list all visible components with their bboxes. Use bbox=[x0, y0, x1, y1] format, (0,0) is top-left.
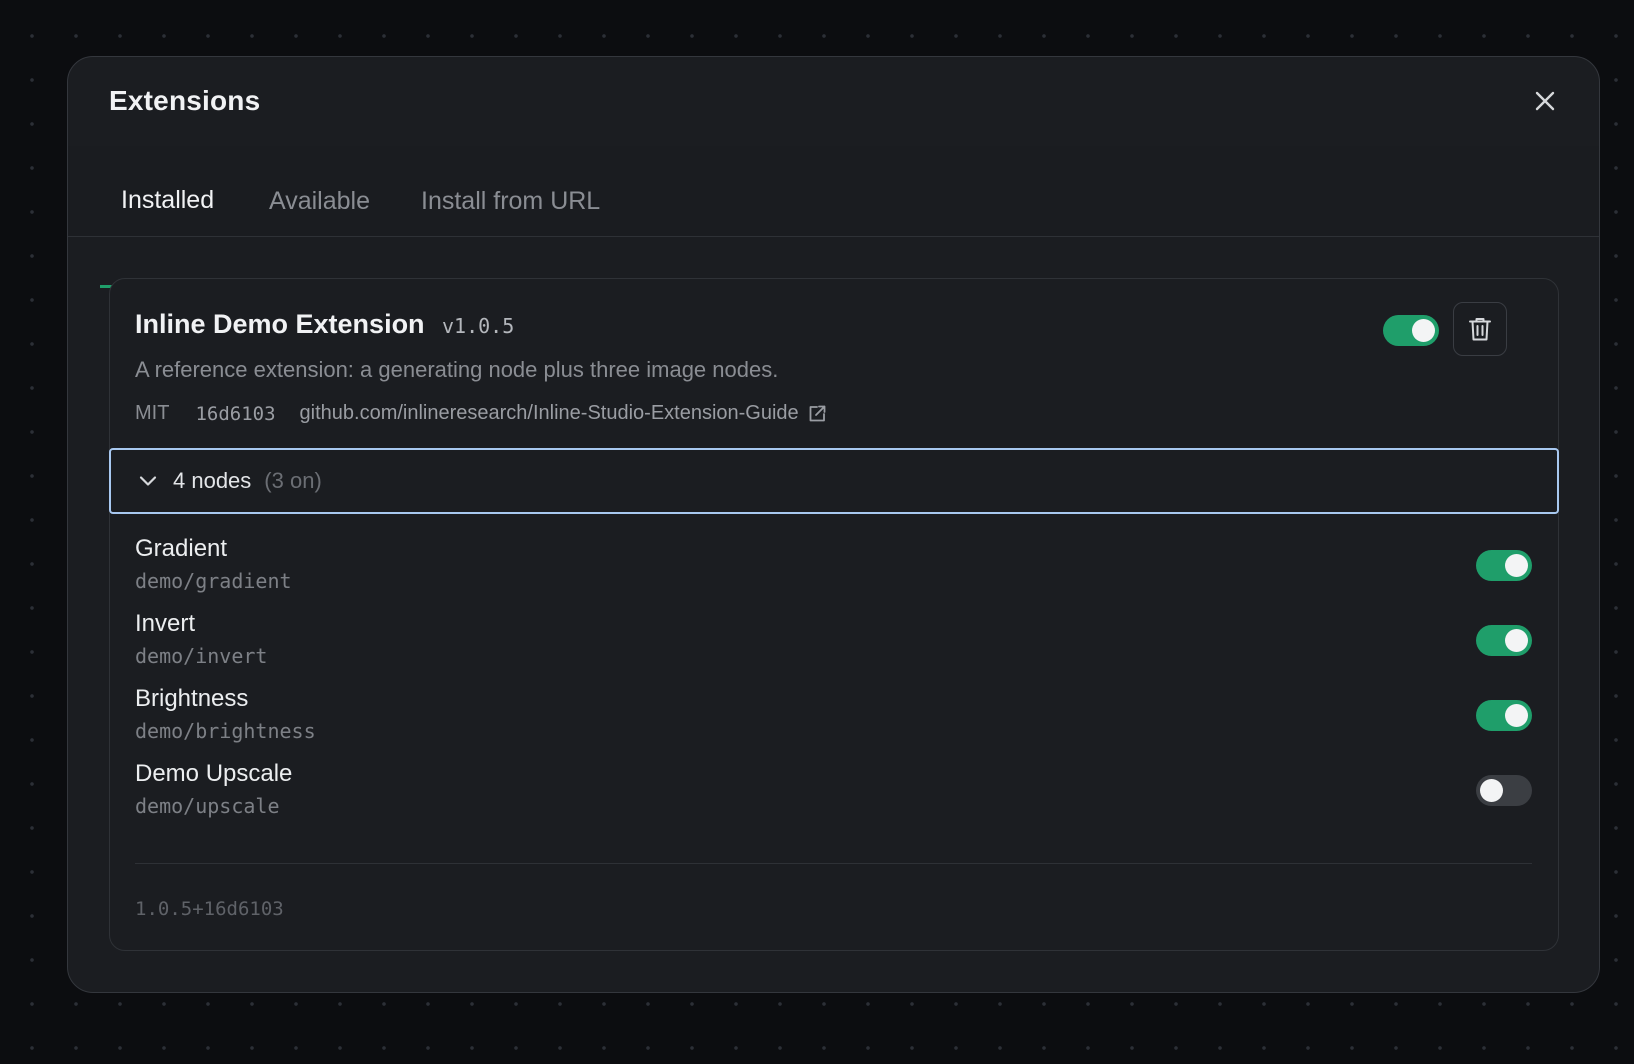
trash-icon bbox=[1469, 318, 1491, 341]
build-id: 1.0.5+16d6103 bbox=[135, 898, 284, 920]
node-toggle-invert[interactable] bbox=[1476, 625, 1532, 656]
chevron-down-icon bbox=[139, 475, 157, 487]
dialog-header: Extensions bbox=[68, 57, 1599, 147]
nodes-expander[interactable]: 4 nodes (3 on) bbox=[109, 448, 1559, 514]
nodes-count: 4 nodes bbox=[173, 468, 252, 493]
node-row-demo-upscale: Demo Upscale demo/upscale bbox=[135, 760, 1532, 830]
node-row-gradient: Gradient demo/gradient bbox=[135, 535, 1532, 605]
repo-link[interactable]: github.com/inlineresearch/Inline-Studio-… bbox=[300, 402, 827, 425]
node-title: Demo Upscale bbox=[135, 760, 293, 787]
node-id: demo/gradient bbox=[135, 569, 292, 593]
uninstall-button[interactable] bbox=[1453, 302, 1507, 356]
node-title: Gradient bbox=[135, 535, 228, 562]
node-toggle-demo-upscale[interactable] bbox=[1476, 775, 1532, 806]
extension-name: Inline Demo Extension bbox=[135, 309, 425, 339]
toggle-knob bbox=[1505, 629, 1528, 652]
tab-bar: Installed Available Install from URL bbox=[68, 146, 1599, 237]
tab-installed[interactable]: Installed bbox=[121, 146, 214, 236]
repo-link-text: github.com/inlineresearch/Inline-Studio-… bbox=[299, 402, 799, 424]
toggle-knob bbox=[1480, 779, 1503, 802]
toggle-knob bbox=[1505, 704, 1528, 727]
close-button[interactable] bbox=[1527, 83, 1563, 119]
extension-enabled-toggle[interactable] bbox=[1383, 315, 1439, 346]
external-link-icon bbox=[809, 405, 826, 421]
node-id: demo/upscale bbox=[135, 794, 280, 818]
node-id: demo/invert bbox=[135, 644, 268, 668]
nodes-on-count: (3 on) bbox=[264, 468, 322, 493]
license-label: MIT bbox=[135, 402, 170, 424]
node-toggle-brightness[interactable] bbox=[1476, 700, 1532, 731]
node-title: Invert bbox=[135, 610, 196, 637]
extension-version: v1.0.5 bbox=[442, 314, 515, 338]
extension-meta: MIT 16d6103 github.com/inlineresearch/In… bbox=[135, 402, 827, 425]
tab-install-from-url[interactable]: Install from URL bbox=[421, 146, 600, 236]
toggle-knob bbox=[1412, 319, 1435, 342]
divider bbox=[135, 863, 1532, 864]
extension-card: Inline Demo Extension v1.0.5 A reference… bbox=[109, 278, 1559, 951]
node-title: Brightness bbox=[135, 685, 249, 712]
node-id: demo/brightness bbox=[135, 719, 316, 743]
node-row-brightness: Brightness demo/brightness bbox=[135, 685, 1532, 755]
close-icon bbox=[1535, 91, 1555, 111]
commit-hash: 16d6103 bbox=[195, 402, 276, 425]
dialog-title: Extensions bbox=[109, 85, 261, 116]
toggle-knob bbox=[1505, 554, 1528, 577]
tab-available[interactable]: Available bbox=[269, 146, 370, 236]
node-row-invert: Invert demo/invert bbox=[135, 610, 1532, 680]
extension-description: A reference extension: a generating node… bbox=[135, 357, 779, 382]
extensions-dialog: Extensions Installed Available Install f… bbox=[67, 56, 1600, 993]
node-toggle-gradient[interactable] bbox=[1476, 550, 1532, 581]
